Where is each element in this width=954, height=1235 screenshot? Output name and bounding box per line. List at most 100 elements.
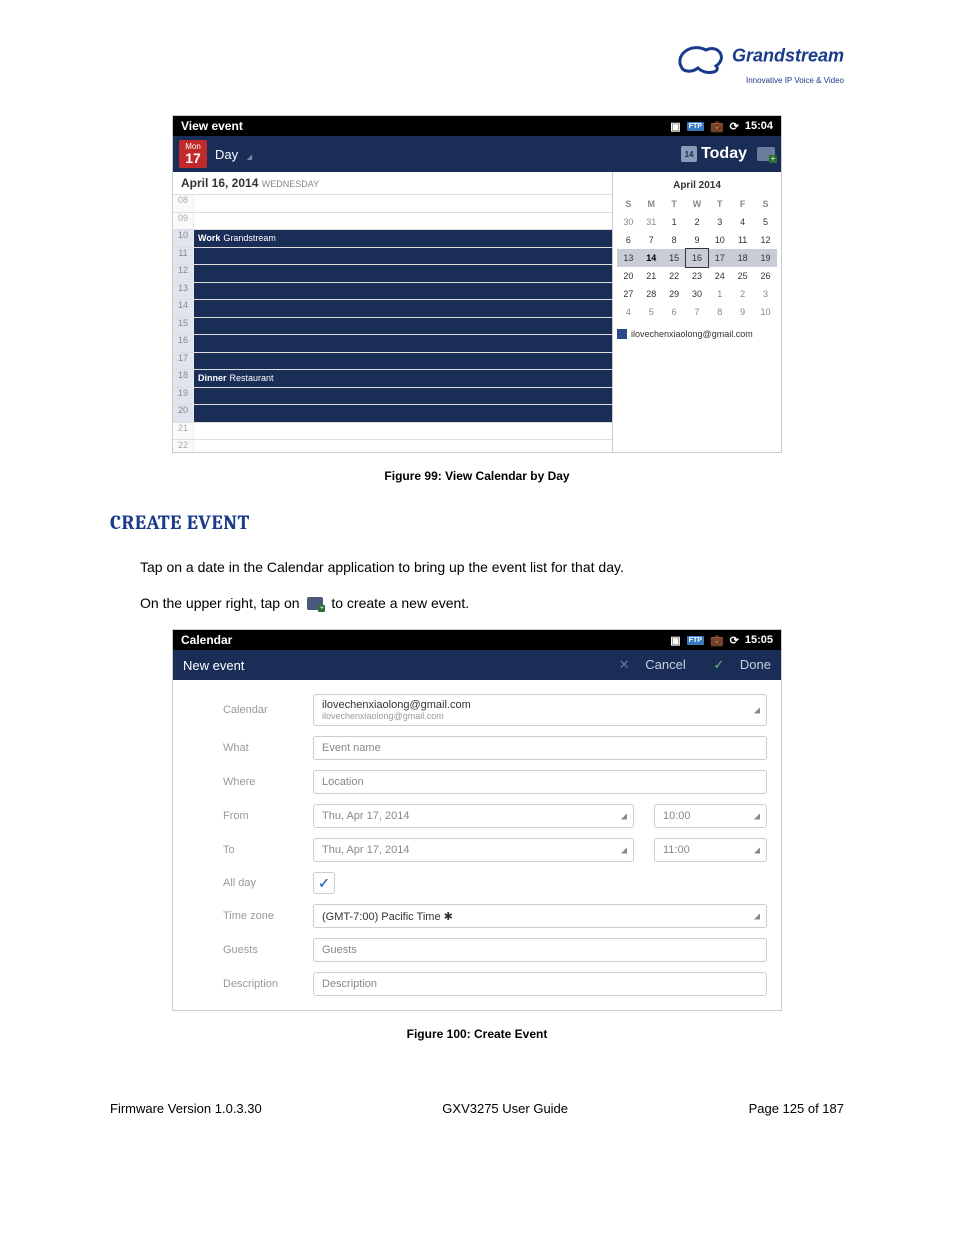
calendar-day-cell[interactable]: 22	[663, 267, 686, 285]
calendar-day-cell[interactable]: 20	[617, 267, 640, 285]
calendar-day-cell[interactable]: 26	[754, 267, 777, 285]
calendar-day-cell[interactable]: 9	[686, 231, 709, 249]
hour-row[interactable]: 12	[173, 264, 612, 282]
description-input[interactable]: Description	[313, 972, 767, 996]
calendar-day-cell[interactable]: 17	[708, 249, 731, 267]
sync-icon: ⟳	[730, 634, 739, 647]
calendar-day-cell[interactable]: 24	[708, 267, 731, 285]
event-entry[interactable]: Dinner Restaurant	[194, 370, 274, 387]
date-header: April 16, 2014 WEDNESDAY	[173, 172, 612, 194]
to-date-picker[interactable]: Thu, Apr 17, 2014	[313, 838, 634, 862]
hour-label: 18	[173, 370, 194, 387]
hour-label: 09	[173, 213, 194, 230]
hour-row[interactable]: 15	[173, 317, 612, 335]
calendar-day-cell[interactable]: 3	[754, 285, 777, 303]
hour-row[interactable]: 11	[173, 247, 612, 265]
today-button[interactable]: 14 Today	[681, 145, 747, 163]
calendar-day-cell[interactable]: 8	[708, 303, 731, 321]
calendar-day-cell[interactable]: 10	[708, 231, 731, 249]
calendar-day-cell[interactable]: 9	[731, 303, 754, 321]
screenshot-create-event: Calendar ▣ FTP 💼 ⟳ 15:05 New event ✕ Can…	[172, 629, 782, 1011]
hour-row[interactable]: 08	[173, 194, 612, 212]
calendar-day-cell[interactable]: 23	[686, 267, 709, 285]
hour-label: 11	[173, 248, 194, 265]
calendar-day-cell[interactable]: 13	[617, 249, 640, 267]
instruction-paragraph-1: Tap on a date in the Calendar applicatio…	[140, 558, 844, 578]
calendar-day-cell[interactable]: 6	[663, 303, 686, 321]
calendar-day-cell[interactable]: 25	[731, 267, 754, 285]
calendar-day-cell[interactable]: 19	[754, 249, 777, 267]
hour-label: 20	[173, 405, 194, 422]
calendar-day-cell[interactable]: 7	[686, 303, 709, 321]
location-input[interactable]: Location	[313, 770, 767, 794]
event-form: Calendar ilovechenxiaolong@gmail.com ilo…	[173, 680, 781, 1010]
calendar-day-cell[interactable]: 12	[754, 231, 777, 249]
hour-row[interactable]: 10Work Grandstream	[173, 229, 612, 247]
status-time: 15:04	[745, 120, 773, 132]
calendar-day-cell[interactable]: 3	[708, 213, 731, 231]
calendar-day-cell[interactable]: 1	[663, 213, 686, 231]
calendar-day-cell[interactable]: 1	[708, 285, 731, 303]
hour-row[interactable]: 13	[173, 282, 612, 300]
calendar-day-cell[interactable]: 21	[640, 267, 663, 285]
timezone-select[interactable]: (GMT-7:00) Pacific Time ✱	[313, 904, 767, 928]
day-hour-column: April 16, 2014 WEDNESDAY 080910Work Gran…	[173, 172, 613, 452]
done-button[interactable]: ✓ Done	[701, 657, 771, 672]
calendar-select[interactable]: ilovechenxiaolong@gmail.com ilovechenxia…	[313, 694, 767, 726]
instruction-paragraph-2: On the upper right, tap on to create a n…	[140, 594, 844, 614]
event-name-input[interactable]: Event name	[313, 736, 767, 760]
hour-row[interactable]: 09	[173, 212, 612, 230]
event-entry[interactable]: Work Grandstream	[194, 230, 276, 247]
calendar-day-cell[interactable]: 27	[617, 285, 640, 303]
calendar-day-icon[interactable]: Mon 17	[179, 140, 207, 168]
new-event-icon[interactable]	[757, 147, 775, 161]
calendar-day-cell[interactable]: 5	[640, 303, 663, 321]
calendar-day-cell[interactable]: 11	[731, 231, 754, 249]
hour-row[interactable]: 16	[173, 334, 612, 352]
calendar-day-cell[interactable]: 29	[663, 285, 686, 303]
calendar-day-cell[interactable]: 4	[731, 213, 754, 231]
calendar-day-cell[interactable]: 18	[731, 249, 754, 267]
month-mini-calendar: April 2014 SMTWTFS3031123456789101112131…	[613, 172, 781, 452]
calendar-day-cell[interactable]: 2	[686, 213, 709, 231]
hour-label: 19	[173, 388, 194, 405]
calendar-day-cell[interactable]: 30	[686, 285, 709, 303]
from-time-picker[interactable]: 10:00	[654, 804, 767, 828]
hour-row[interactable]: 22	[173, 439, 612, 453]
label-timezone: Time zone	[223, 910, 313, 922]
view-mode-dropdown[interactable]: Day	[215, 147, 238, 162]
label-guests: Guests	[223, 944, 313, 956]
calendar-day-cell[interactable]: 7	[640, 231, 663, 249]
from-date-picker[interactable]: Thu, Apr 17, 2014	[313, 804, 634, 828]
ftp-icon: FTP	[687, 636, 704, 645]
calendar-day-cell[interactable]: 28	[640, 285, 663, 303]
calendar-day-cell[interactable]: 5	[754, 213, 777, 231]
calendar-day-cell[interactable]: 8	[663, 231, 686, 249]
hour-row[interactable]: 21	[173, 422, 612, 440]
hour-row[interactable]: 18Dinner Restaurant	[173, 369, 612, 387]
to-time-picker[interactable]: 11:00	[654, 838, 767, 862]
guests-input[interactable]: Guests	[313, 938, 767, 962]
allday-checkbox[interactable]: ✓	[313, 872, 335, 894]
footer-firmware: Firmware Version 1.0.3.30	[110, 1101, 262, 1116]
calendar-day-cell[interactable]: 10	[754, 303, 777, 321]
form-header-bar: New event ✕ Cancel ✓ Done	[173, 650, 781, 680]
hour-row[interactable]: 19	[173, 387, 612, 405]
calendar-day-cell[interactable]: 4	[617, 303, 640, 321]
screenshot-view-calendar-day: View event ▣ FTP 💼 ⟳ 15:04 Mon 17 Day 14…	[172, 115, 782, 453]
hour-row[interactable]: 17	[173, 352, 612, 370]
calendar-day-cell[interactable]: 2	[731, 285, 754, 303]
cancel-button[interactable]: ✕ Cancel	[607, 657, 686, 672]
hour-row[interactable]: 14	[173, 299, 612, 317]
calendar-day-cell[interactable]: 30	[617, 213, 640, 231]
status-bar-2: Calendar ▣ FTP 💼 ⟳ 15:05	[173, 630, 781, 650]
calendar-day-cell[interactable]: 6	[617, 231, 640, 249]
hour-row[interactable]: 20	[173, 404, 612, 422]
calendar-day-cell[interactable]: 31	[640, 213, 663, 231]
figure-caption-100: Figure 100: Create Event	[110, 1027, 844, 1041]
hour-label: 22	[173, 440, 194, 453]
calendar-day-cell[interactable]: 15	[663, 249, 686, 267]
calendar-day-cell[interactable]: 14	[640, 249, 663, 267]
hour-label: 17	[173, 353, 194, 370]
calendar-day-cell[interactable]: 16	[686, 249, 709, 267]
